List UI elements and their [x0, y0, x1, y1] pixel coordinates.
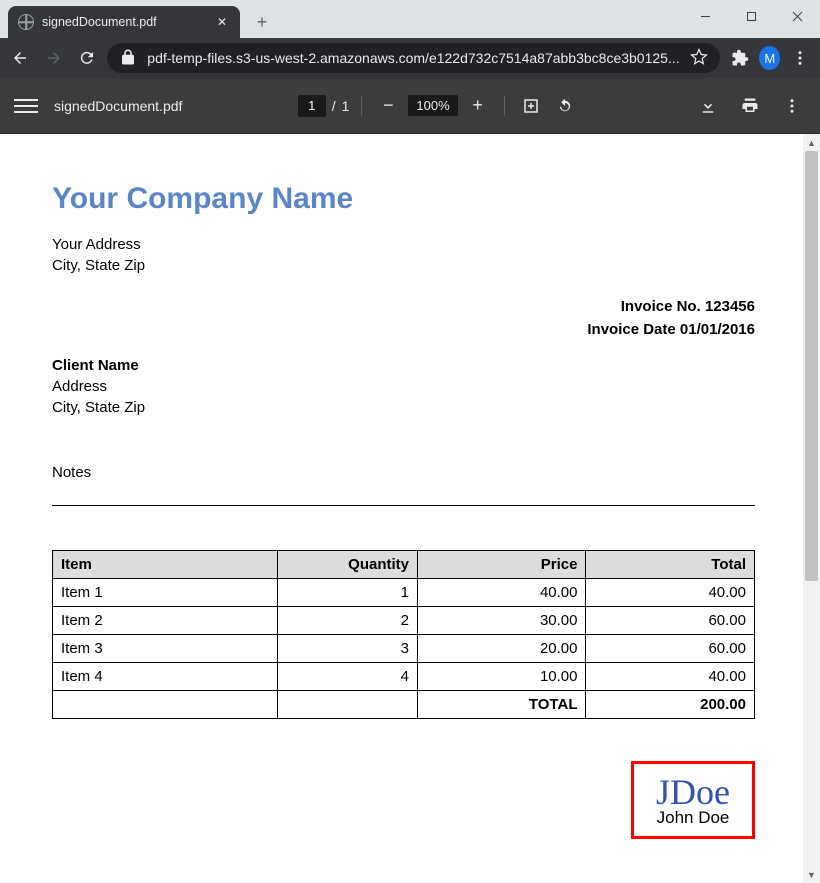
scroll-up-button[interactable]: ▲ [803, 134, 820, 151]
th-qty: Quantity [277, 551, 417, 579]
cell-item: Item 1 [53, 579, 278, 607]
maximize-button[interactable] [728, 0, 774, 32]
browser-tab[interactable]: signedDocument.pdf ✕ [8, 6, 240, 38]
company-address-line1: Your Address [52, 234, 755, 255]
page-separator: / [332, 98, 336, 114]
browser-menu-icon[interactable] [786, 42, 814, 74]
new-tab-button[interactable]: + [248, 8, 276, 36]
pdf-filename: signedDocument.pdf [54, 98, 182, 114]
page-current-input[interactable]: 1 [298, 95, 326, 117]
download-icon[interactable] [694, 92, 722, 120]
cell-price: 40.00 [418, 579, 586, 607]
total-value: 200.00 [586, 691, 755, 719]
url-text: pdf-temp-files.s3-us-west-2.amazonaws.co… [147, 50, 679, 66]
pdf-menu-icon[interactable] [14, 95, 38, 117]
company-name: Your Company Name [52, 182, 755, 216]
toolbar-divider [504, 96, 505, 116]
cell-total: 60.00 [586, 635, 755, 663]
cell-total: 60.00 [586, 607, 755, 635]
cell-item: Item 3 [53, 635, 278, 663]
invoice-number: Invoice No. 123456 [52, 296, 755, 319]
pdf-more-icon[interactable] [778, 92, 806, 120]
scroll-down-button[interactable]: ▼ [803, 866, 820, 883]
signature-box: JDoe John Doe [631, 761, 755, 839]
profile-avatar[interactable]: M [759, 46, 780, 70]
scrollbar-thumb[interactable] [805, 151, 818, 581]
total-label: TOTAL [418, 691, 586, 719]
invoice-date: Invoice Date 01/01/2016 [52, 319, 755, 342]
invoice-table: Item Quantity Price Total Item 1140.0040… [52, 550, 755, 719]
close-window-button[interactable] [774, 0, 820, 32]
extensions-icon[interactable] [726, 42, 754, 74]
cell-qty: 2 [277, 607, 417, 635]
tab-title: signedDocument.pdf [42, 15, 206, 29]
cell-total: 40.00 [586, 663, 755, 691]
lock-icon [119, 48, 137, 69]
table-row: Item 1140.0040.00 [53, 579, 755, 607]
client-name: Client Name [52, 355, 755, 376]
zoom-in-button[interactable]: + [464, 92, 492, 120]
minimize-button[interactable] [682, 0, 728, 32]
zoom-out-button[interactable]: − [374, 92, 402, 120]
cell-price: 20.00 [418, 635, 586, 663]
window-controls [682, 0, 820, 32]
address-bar: pdf-temp-files.s3-us-west-2.amazonaws.co… [0, 38, 820, 78]
toolbar-divider [361, 96, 362, 116]
print-icon[interactable] [736, 92, 764, 120]
table-row: Item 4410.0040.00 [53, 663, 755, 691]
cell-price: 10.00 [418, 663, 586, 691]
reload-button[interactable] [74, 42, 102, 74]
divider-line [52, 505, 755, 506]
globe-icon [18, 14, 34, 30]
pdf-toolbar: signedDocument.pdf 1 / 1 − 100% + [0, 78, 820, 134]
table-header-row: Item Quantity Price Total [53, 551, 755, 579]
cell-qty: 1 [277, 579, 417, 607]
company-address-line2: City, State Zip [52, 255, 755, 276]
signature-name: John Doe [656, 808, 730, 828]
th-total: Total [586, 551, 755, 579]
table-row: Item 2230.0060.00 [53, 607, 755, 635]
pdf-page-pane[interactable]: Your Company Name Your Address City, Sta… [0, 134, 803, 883]
zoom-display: 100% [408, 95, 457, 116]
window-titlebar: signedDocument.pdf ✕ + [0, 0, 820, 38]
th-price: Price [418, 551, 586, 579]
th-item: Item [53, 551, 278, 579]
notes-label: Notes [52, 464, 755, 481]
document-page: Your Company Name Your Address City, Sta… [0, 134, 803, 879]
table-total-row: TOTAL200.00 [53, 691, 755, 719]
signature-script: JDoe [656, 774, 730, 810]
vertical-scrollbar[interactable]: ▲ ▼ [803, 134, 820, 883]
cell-item: Item 2 [53, 607, 278, 635]
client-address-line2: City, State Zip [52, 397, 755, 418]
client-address-line1: Address [52, 376, 755, 397]
close-tab-icon[interactable]: ✕ [214, 14, 230, 30]
table-row: Item 3320.0060.00 [53, 635, 755, 663]
avatar-letter: M [764, 51, 775, 66]
forward-button[interactable] [40, 42, 68, 74]
back-button[interactable] [6, 42, 34, 74]
cell-total: 40.00 [586, 579, 755, 607]
fit-page-icon[interactable] [517, 92, 545, 120]
cell-qty: 4 [277, 663, 417, 691]
cell-item: Item 4 [53, 663, 278, 691]
cell-price: 30.00 [418, 607, 586, 635]
cell-qty: 3 [277, 635, 417, 663]
omnibox[interactable]: pdf-temp-files.s3-us-west-2.amazonaws.co… [107, 43, 719, 73]
bookmark-star-icon[interactable] [690, 48, 708, 69]
rotate-icon[interactable] [551, 92, 579, 120]
page-total: 1 [342, 98, 350, 114]
